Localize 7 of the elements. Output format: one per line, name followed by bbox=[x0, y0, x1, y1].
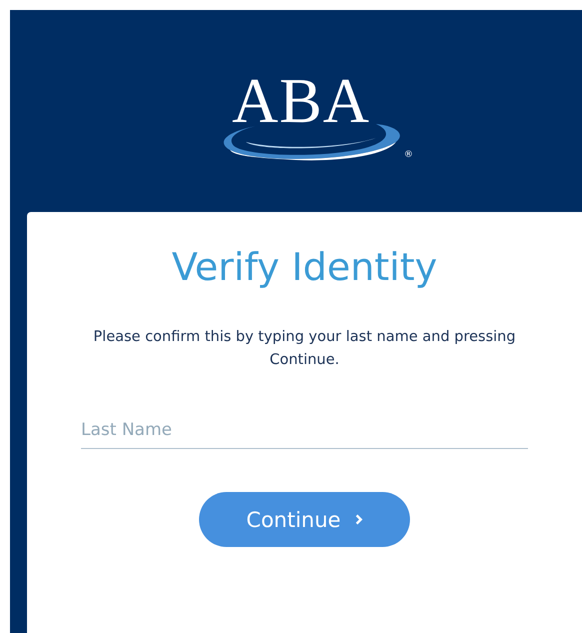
instruction-text: Please confirm this by typing your last name and pressing Continue. bbox=[92, 328, 517, 370]
last-name-field[interactable]: Last Name bbox=[81, 414, 528, 449]
registered-mark: ® bbox=[404, 150, 413, 160]
continue-button[interactable]: Continue bbox=[199, 492, 410, 547]
chevron-right-icon bbox=[354, 514, 363, 525]
card-title: Verify Identity bbox=[172, 244, 438, 291]
logo-text: ABA bbox=[232, 66, 370, 136]
